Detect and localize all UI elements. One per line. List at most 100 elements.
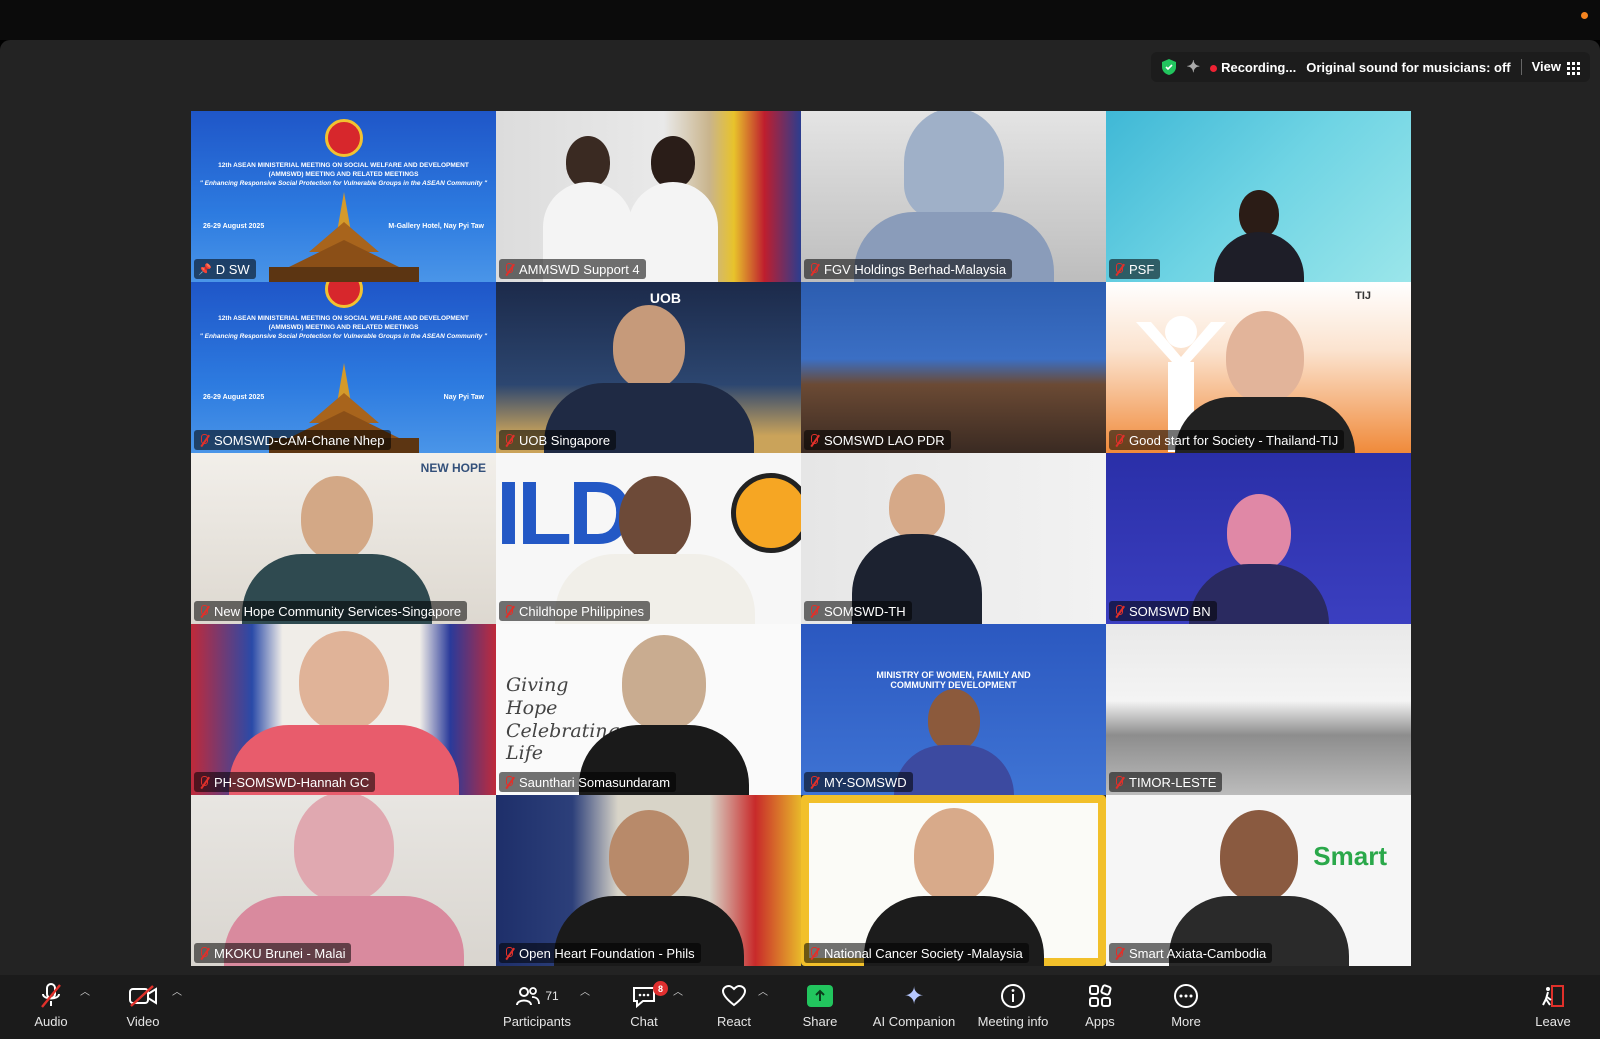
video-tile[interactable]: SOMSWD LAO PDR [801, 282, 1106, 453]
leave-button[interactable]: Leave [1532, 981, 1574, 1029]
chat-label: Chat [630, 1014, 658, 1029]
asean-logo-icon [324, 282, 363, 308]
react-label: React [717, 1014, 751, 1029]
audio-options-chevron-icon[interactable]: ︿ [80, 983, 90, 998]
muted-mic-icon [1113, 433, 1125, 447]
participants-icon [516, 987, 541, 1006]
video-tile[interactable]: Smart Smart Axiata-Cambodia [1106, 795, 1411, 966]
participant-figure [223, 795, 464, 966]
ai-sparkle-icon[interactable]: ✦ [1187, 57, 1200, 77]
participant-name-tag: TIMOR-LESTE [1109, 772, 1223, 792]
participant-figure [853, 111, 1054, 282]
audio-button[interactable]: Audio [28, 981, 74, 1029]
banner-title-line: (AMMSWD) MEETING AND RELATED MEETINGS [268, 324, 419, 332]
participant-name-tag: SOMSWD-TH [804, 601, 912, 621]
muted-microphone-icon [41, 983, 61, 1008]
participant-name-tag: UOB Singapore [499, 430, 617, 450]
ai-companion-button[interactable]: ✦ AI Companion [868, 981, 960, 1030]
muted-mic-icon [1113, 775, 1125, 789]
react-options-chevron-icon[interactable]: ︿ [758, 983, 768, 998]
view-label: View [1531, 59, 1561, 75]
muted-mic-icon [808, 775, 820, 789]
participants-options-chevron-icon[interactable]: ︿ [580, 983, 590, 998]
chat-options-chevron-icon[interactable]: ︿ [673, 983, 683, 998]
recording-label: Recording... [1221, 59, 1297, 75]
leave-door-icon [1542, 985, 1564, 1007]
more-button[interactable]: More [1166, 981, 1206, 1029]
video-options-chevron-icon[interactable]: ︿ [172, 983, 182, 998]
pin-icon: 📌 [198, 263, 212, 276]
video-feed [801, 282, 1106, 453]
ai-sparkle-icon: ✦ [903, 982, 925, 1010]
video-tile[interactable]: Giving Hope Celebrating Life Saunthari S… [496, 624, 801, 795]
participant-name-tag: Smart Axiata-Cambodia [1109, 943, 1273, 963]
video-tile[interactable]: UOB UOB Singapore [496, 282, 801, 453]
participant-name: MKOKU Brunei - Malai [214, 945, 346, 961]
participant-figure [228, 631, 459, 795]
participants-button[interactable]: 71 Participants [498, 981, 576, 1029]
view-button[interactable]: View [1531, 59, 1580, 75]
participant-name: Childhope Philippines [519, 603, 645, 619]
muted-mic-icon [198, 946, 210, 960]
participant-name: National Cancer Society -Malaysia [824, 945, 1023, 961]
muted-mic-icon [808, 946, 820, 960]
video-tile[interactable]: Open Heart Foundation - Phils [496, 795, 801, 966]
share-button[interactable]: Share [800, 981, 840, 1029]
video-tile[interactable]: NEW HOPE New Hope Community Services-Sin… [191, 453, 496, 624]
video-tile[interactable]: PH-SOMSWD-Hannah GC [191, 624, 496, 795]
muted-mic-icon [198, 775, 210, 789]
participant-name-tag: SOMSWD BN [1109, 601, 1217, 621]
original-sound-status[interactable]: Original sound for musicians: off [1306, 60, 1510, 75]
info-icon [1001, 984, 1025, 1008]
muted-mic-icon [503, 946, 515, 960]
apps-icon [1089, 984, 1112, 1007]
participant-figure [578, 635, 749, 795]
participant-name: D SW [215, 261, 250, 277]
participant-name: PSF [1129, 261, 1155, 277]
muted-mic-icon [808, 433, 820, 447]
video-tile[interactable]: TIMOR-LESTE [1106, 624, 1411, 795]
video-tile[interactable]: ILD Childhope Philippines [496, 453, 801, 624]
video-button[interactable]: Video [120, 981, 166, 1029]
meeting-info-button[interactable]: Meeting info [972, 981, 1054, 1029]
muted-mic-icon [808, 262, 820, 276]
video-tile[interactable]: National Cancer Society -Malaysia [801, 795, 1106, 966]
participant-name-tag: 📌 D SW [194, 259, 256, 279]
participant-name: SOMSWD LAO PDR [824, 432, 945, 448]
video-tile[interactable]: MKOKU Brunei - Malai [191, 795, 496, 966]
encryption-shield-icon[interactable] [1161, 58, 1177, 76]
recording-indicator-dot [1581, 12, 1588, 19]
video-tile[interactable]: TIJ Good start for Society - Thailand-TI… [1106, 282, 1411, 453]
banner-title: 12th ASEAN MINISTERIAL MEETING ON SOCIAL… [199, 314, 488, 341]
video-tile[interactable]: SOMSWD BN [1106, 453, 1411, 624]
asean-meeting-banner: 12th ASEAN MINISTERIAL MEETING ON SOCIAL… [191, 282, 496, 453]
video-tile[interactable]: AMMSWD Support 4 [496, 111, 801, 282]
stopped-video-icon [129, 985, 157, 1007]
banner-venue: Nay Pyi Taw [443, 394, 484, 401]
video-label: Video [126, 1014, 160, 1029]
participant-name: SOMSWD BN [1129, 603, 1211, 619]
participant-name: Smart Axiata-Cambodia [1129, 945, 1267, 961]
video-tile[interactable]: 12th ASEAN MINISTERIAL MEETING ON SOCIAL… [191, 282, 496, 453]
banner-title-line: (AMMSWD) MEETING AND RELATED MEETINGS [268, 171, 419, 179]
chat-unread-badge: 8 [653, 981, 668, 996]
participant-name-tag: FGV Holdings Berhad-Malaysia [804, 259, 1013, 279]
video-tile[interactable]: FGV Holdings Berhad-Malaysia [801, 111, 1106, 282]
muted-mic-icon [198, 433, 210, 447]
react-button[interactable]: React [714, 981, 754, 1029]
video-tile[interactable]: 12th ASEAN MINISTERIAL MEETING ON SOCIAL… [191, 111, 496, 282]
share-label: Share [802, 1014, 838, 1029]
participant-name-tag: Childhope Philippines [499, 601, 651, 621]
video-tile[interactable]: SOMSWD-TH [801, 453, 1106, 624]
video-tile[interactable]: PSF [1106, 111, 1411, 282]
meeting-toolbar: Audio ︿ Video ︿ 71 Participants ︿ 8 Chat… [0, 975, 1600, 1039]
recording-status[interactable]: Recording... [1210, 60, 1296, 75]
apps-button[interactable]: Apps [1080, 981, 1120, 1029]
participant-name: Good start for Society - Thailand-TIJ [1129, 432, 1339, 448]
leave-label: Leave [1535, 1014, 1571, 1029]
video-tile[interactable]: MINISTRY OF WOMEN, FAMILY AND COMMUNITY … [801, 624, 1106, 795]
chat-button[interactable]: 8 Chat [626, 981, 668, 1029]
participant-name: FGV Holdings Berhad-Malaysia [824, 261, 1007, 277]
share-screen-icon [807, 985, 833, 1007]
muted-mic-icon [198, 604, 210, 618]
